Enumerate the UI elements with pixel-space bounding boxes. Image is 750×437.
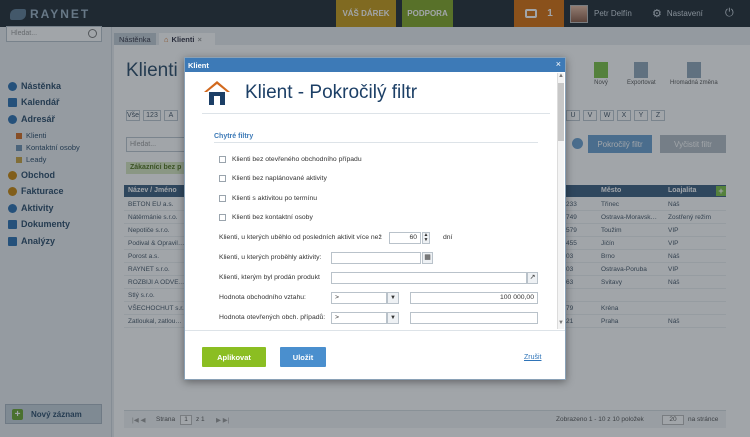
save-button[interactable]: Uložit <box>280 347 326 367</box>
open-deals-value-input[interactable] <box>410 312 538 324</box>
apply-label: Aplikovat <box>217 352 251 362</box>
product-sold-label: Klienti, kterým byl prodán produkt <box>219 274 320 281</box>
apply-button[interactable]: Aplikovat <box>202 347 266 367</box>
days-since-activity-label: Klienti, u kterých uběhlo od posledních … <box>219 234 382 241</box>
calendar-icon[interactable]: ▦ <box>422 252 433 264</box>
chevron-down-icon[interactable]: ▼ <box>387 292 399 304</box>
divider <box>202 113 550 114</box>
past-activity-date-input[interactable] <box>331 252 421 264</box>
section-heading: Chytré filtry <box>214 133 254 140</box>
checkbox[interactable] <box>219 175 226 182</box>
past-activity-label: Klienti, u kterých proběhly aktivity: <box>219 254 322 261</box>
checkbox-label: Klienti bez kontaktní osoby <box>232 214 313 221</box>
scroll-up-icon[interactable]: ▲ <box>558 73 564 81</box>
checkbox-label: Klienti bez otevřeného obchodního případ… <box>232 156 362 163</box>
checkbox-overdue-activity[interactable]: Klienti s aktivitou po termínu <box>219 195 317 202</box>
days-stepper[interactable]: ▲ ▼ <box>422 232 430 244</box>
cancel-link[interactable]: Zrušit <box>524 354 542 361</box>
scroll-down-icon[interactable]: ▼ <box>558 320 564 328</box>
product-picker-icon[interactable]: ↗ <box>527 272 538 284</box>
days-input[interactable]: 60 <box>389 232 421 244</box>
dialog-header: Klient - Pokročilý filtr <box>203 80 417 106</box>
open-deals-value-label: Hodnota otevřených obch. případů: <box>219 314 326 321</box>
dialog-scrollbar[interactable]: ▲ ▼ <box>557 73 564 329</box>
checkbox-no-open-deal[interactable]: Klienti bez otevřeného obchodního případ… <box>219 156 362 163</box>
open-deals-operator-select[interactable]: > <box>331 312 387 324</box>
checkbox-label: Klienti s aktivitou po termínu <box>232 195 318 202</box>
checkbox[interactable] <box>219 195 226 202</box>
scroll-thumb[interactable] <box>558 83 564 141</box>
product-input[interactable] <box>331 272 527 284</box>
save-label: Uložit <box>292 352 314 362</box>
checkbox[interactable] <box>219 214 226 221</box>
checkbox-no-contact-person[interactable]: Klienti bez kontaktní osoby <box>219 214 313 221</box>
advanced-filter-dialog: Klient × Klient - Pokročilý filtr ▲ ▼ Ch… <box>184 57 566 380</box>
dialog-titlebar[interactable]: Klient <box>185 58 565 72</box>
close-icon[interactable]: × <box>556 59 561 69</box>
dialog-window-title: Klient <box>188 61 209 70</box>
deal-value-operator-select[interactable]: > <box>331 292 387 304</box>
checkbox[interactable] <box>219 156 226 163</box>
dialog-title: Klient - Pokročilý filtr <box>245 82 418 103</box>
checkbox-label: Klienti bez naplánované aktivity <box>232 175 327 182</box>
days-unit: dní <box>443 234 453 241</box>
deal-value-label: Hodnota obchodního vztahu: <box>219 294 306 301</box>
divider <box>214 142 538 143</box>
deal-value-input[interactable]: 100 000,00 <box>410 292 538 304</box>
divider <box>185 330 565 331</box>
house-icon <box>203 80 231 106</box>
checkbox-no-planned-activity[interactable]: Klienti bez naplánované aktivity <box>219 175 327 182</box>
chevron-down-icon[interactable]: ▼ <box>387 312 399 324</box>
